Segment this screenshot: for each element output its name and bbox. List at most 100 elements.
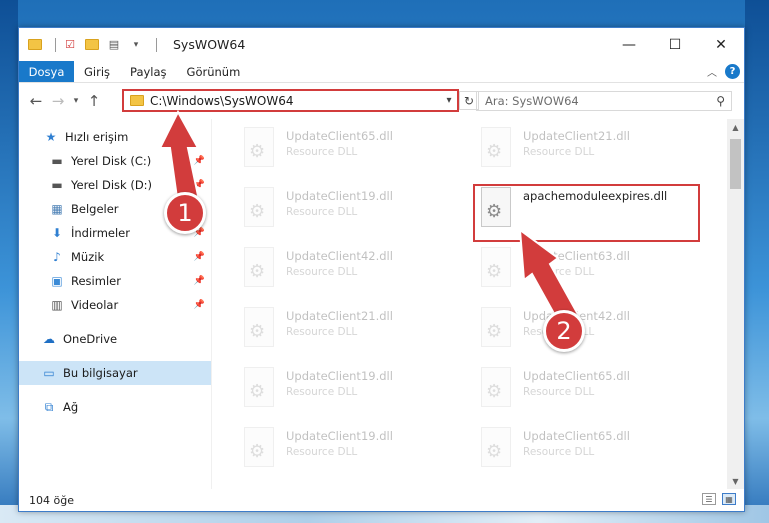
file-name: UpdateClient65.dll [523, 369, 630, 383]
file-name: UpdateClient65.dll [523, 429, 630, 443]
title-bar: ☑ ▤ ▾ SysWOW64 — ☐ ✕ [19, 28, 744, 61]
document-icon: ▦ [51, 202, 63, 216]
sidebar-item-pictures[interactable]: ▣ Resimler 📌 [19, 269, 211, 293]
list-item[interactable]: ⚙ UpdateClient19.dll Resource DLL [240, 425, 460, 479]
pin-icon[interactable]: 📌 [194, 156, 205, 166]
back-arrow-icon[interactable]: ← [25, 92, 47, 110]
list-item[interactable]: ⚙ UpdateClient42.dllResource DLL [240, 245, 460, 299]
file-name: UpdateClient21.dll [286, 309, 393, 323]
list-item[interactable]: ⚙ UpdateClient63.dll Resource DLL [477, 245, 697, 299]
maximize-button[interactable]: ☐ [652, 28, 698, 61]
tab-share[interactable]: Paylaş [120, 61, 177, 82]
sidebar-item-label: Resimler [71, 274, 121, 288]
search-placeholder: Ara: SysWOW64 [485, 94, 579, 108]
file-name: UpdateClient19.dll [286, 429, 393, 443]
scroll-down-icon[interactable]: ▼ [727, 473, 744, 489]
close-button[interactable]: ✕ [698, 28, 744, 61]
list-item[interactable]: ⚙ UpdateClient42.dllResource DLL [477, 305, 697, 359]
sidebar-item-label: Hızlı erişim [65, 130, 129, 144]
view-buttons: ☰ ▦ [702, 493, 736, 505]
step-badge-2: 2 [543, 310, 585, 352]
properties-icon[interactable]: ☑ [62, 37, 78, 53]
step-badge-1: 1 [164, 192, 206, 234]
details-view-icon[interactable]: ☰ [702, 493, 716, 505]
picture-icon: ▣ [51, 274, 63, 288]
file-type: Resource DLL [286, 446, 358, 458]
sidebar-item-onedrive[interactable]: ☁ OneDrive [19, 327, 211, 351]
sidebar-item-this-pc[interactable]: ▭ Bu bilgisayar [19, 361, 211, 385]
search-icon[interactable]: ⚲ [716, 94, 725, 108]
chevron-down-icon[interactable]: ▾ [128, 37, 144, 53]
pin-icon[interactable]: 📌 [194, 180, 205, 190]
sidebar-item-label: Belgeler [71, 202, 119, 216]
tiles-view-icon[interactable]: ▦ [722, 493, 736, 505]
list-item[interactable]: ⚙ UpdateClient65.dll Resource DLL [477, 425, 697, 479]
dll-file-icon: ⚙ [477, 127, 515, 171]
cloud-icon: ☁ [43, 332, 55, 346]
sidebar-item-videos[interactable]: ▥ Videolar 📌 [19, 293, 211, 317]
tab-file[interactable]: Dosya [19, 61, 74, 82]
folder-icon[interactable] [27, 37, 43, 53]
pin-icon[interactable]: 📌 [194, 300, 205, 310]
vertical-scrollbar[interactable]: ▲ ▼ [727, 119, 744, 489]
sidebar-item-label: Yerel Disk (D:) [71, 178, 153, 192]
new-folder-icon[interactable] [84, 37, 100, 53]
explorer-window: ☑ ▤ ▾ SysWOW64 — ☐ ✕ Dosya Giriş Paylaş … [18, 27, 745, 512]
file-type: Resource DLL [523, 266, 595, 278]
dll-file-icon: ⚙ [240, 127, 278, 171]
divider [55, 37, 56, 52]
status-bar: 104 öğe ☰ ▦ [19, 489, 744, 511]
recent-locations-icon[interactable]: ▾ [69, 96, 83, 106]
sidebar-item-label: Yerel Disk (C:) [71, 154, 152, 168]
file-type: Resource DLL [286, 386, 358, 398]
dll-file-icon: ⚙ [477, 367, 515, 411]
minimize-button[interactable]: — [606, 28, 652, 61]
list-item[interactable]: ⚙ UpdateClient21.dll Resource DLL [240, 305, 460, 359]
address-bar[interactable]: C:\Windows\SysWOW64 ▾ [122, 89, 459, 112]
list-item[interactable]: ⚙ UpdateClient21.dll Resource DLL [477, 125, 697, 179]
file-type: Resource DLL [523, 446, 595, 458]
desktop-background-left [0, 0, 18, 523]
sidebar-item-music[interactable]: ♪ Müzik 📌 [19, 245, 211, 269]
list-item[interactable]: ⚙ UpdateClient65.dll Resource DLL [240, 125, 460, 179]
sidebar-item-label: Ağ [63, 400, 79, 414]
pin-icon[interactable]: 📌 [194, 276, 205, 286]
navigation-pane: ★ Hızlı erişim ▬ Yerel Disk (C:) 📌 ▬ Yer… [19, 119, 212, 489]
dll-file-icon: ⚙ [477, 307, 515, 351]
tab-view[interactable]: Görünüm [177, 61, 251, 82]
list-item[interactable]: ⚙ UpdateClient19.dll Resource DLL [240, 365, 460, 419]
help-icon[interactable]: ? [725, 64, 740, 79]
file-type: Resource DLL [286, 326, 358, 338]
sidebar-item-label: OneDrive [63, 332, 118, 346]
folder-icon [130, 95, 144, 106]
file-type: Resource DLL [286, 206, 358, 218]
customize-toolbar-icon[interactable]: ▤ [106, 37, 122, 53]
scrollbar-thumb[interactable] [730, 139, 741, 189]
sidebar-item-label: Bu bilgisayar [63, 366, 138, 380]
pin-icon[interactable]: 📌 [194, 252, 205, 262]
file-list: ⚙ UpdateClient65.dll Resource DLL ⚙ Updat… [212, 119, 744, 489]
star-icon: ★ [45, 130, 57, 144]
file-type: Resource DLL [523, 146, 595, 158]
sidebar-item-local-disk-c[interactable]: ▬ Yerel Disk (C:) 📌 [19, 149, 211, 173]
list-item[interactable]: ⚙ UpdateClient19.dll Resource DLL [240, 185, 460, 239]
scroll-up-icon[interactable]: ▲ [727, 119, 744, 135]
dll-file-icon: ⚙ [240, 247, 278, 291]
forward-arrow-icon[interactable]: → [47, 92, 69, 110]
ribbon-controls: ︿ ? [707, 64, 740, 79]
tab-home[interactable]: Giriş [74, 61, 120, 82]
expand-ribbon-icon[interactable]: ︿ [707, 64, 717, 79]
file-type: Resource DLL [523, 386, 595, 398]
sidebar-item-label: İndirmeler [71, 226, 130, 240]
chevron-down-icon[interactable]: ▾ [441, 95, 457, 106]
sidebar-item-label: Müzik [71, 250, 105, 264]
sidebar-item-quick-access[interactable]: ★ Hızlı erişim [19, 125, 211, 149]
up-arrow-icon[interactable]: ↑ [83, 92, 105, 110]
music-icon: ♪ [53, 250, 61, 264]
dll-file-icon: ⚙ [240, 427, 278, 471]
address-path[interactable]: C:\Windows\SysWOW64 [150, 94, 441, 108]
file-type: Resource DLL [286, 266, 358, 278]
search-input[interactable]: Ara: SysWOW64 ⚲ [476, 91, 732, 111]
list-item[interactable]: ⚙ UpdateClient65.dll Resource DLL [477, 365, 697, 419]
sidebar-item-network[interactable]: ⧉ Ağ [19, 395, 211, 419]
